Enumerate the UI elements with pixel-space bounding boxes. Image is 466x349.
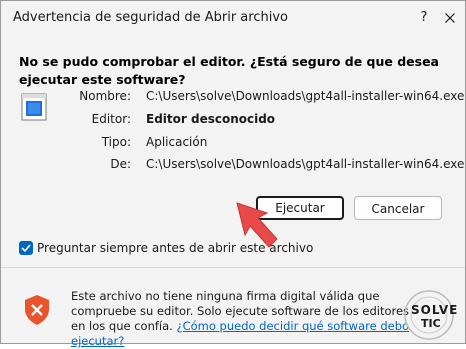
type-value: Aplicación <box>146 135 208 149</box>
type-label: Tipo: <box>101 135 131 149</box>
cancel-button[interactable]: Cancelar <box>354 196 442 220</box>
from-label: De: <box>110 157 131 171</box>
title-bar: Advertencia de seguridad de Abrir archiv… <box>1 1 465 35</box>
executable-file-icon <box>21 93 47 121</box>
warning-shield-icon <box>25 295 49 325</box>
solvetic-watermark: SOLVE TIC <box>393 285 466 345</box>
name-label: Nombre: <box>79 89 131 103</box>
checkmark-icon <box>21 244 31 253</box>
security-warning-dialog: Advertencia de seguridad de Abrir archiv… <box>0 0 466 348</box>
publisher-value: Editor desconocido <box>146 112 276 126</box>
publisher-label: Editor: <box>91 112 131 126</box>
close-icon <box>445 13 455 23</box>
from-value: C:\Users\solve\Downloads\gpt4all-install… <box>146 157 465 171</box>
name-value: C:\Users\solve\Downloads\gpt4all-install… <box>146 89 465 103</box>
help-button[interactable]: ? <box>413 7 435 29</box>
watermark-text-bottom: TIC <box>421 317 441 330</box>
watermark-text-top: SOLVE <box>411 303 459 317</box>
close-button[interactable] <box>439 7 461 29</box>
window-title: Advertencia de seguridad de Abrir archiv… <box>13 10 288 25</box>
footer-warning-text: Este archivo no tiene ninguna firma digi… <box>71 289 421 349</box>
pointer-arrow-icon <box>236 202 278 248</box>
warning-question: No se pudo comprobar el editor. ¿Está se… <box>19 54 439 87</box>
always-ask-checkbox[interactable] <box>19 241 33 255</box>
